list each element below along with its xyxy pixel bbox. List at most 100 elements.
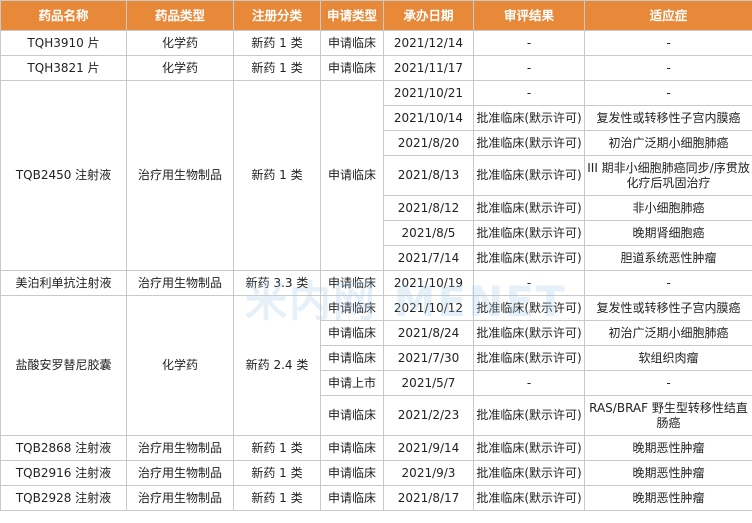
date-cell: 2021/9/3: [383, 460, 474, 486]
drug-name-cell: TQB2916 注射液: [0, 460, 127, 486]
drug-name-cell: TQB2928 注射液: [0, 485, 127, 511]
indication-cell: -: [584, 80, 752, 106]
indication-cell: -: [584, 30, 752, 56]
date-cell: 2021/10/12: [383, 295, 474, 321]
date-cell: 2021/8/17: [383, 485, 474, 511]
application-type-cell: 申请临床: [320, 320, 384, 346]
result-cell: 批准临床(默示许可): [473, 105, 585, 131]
application-type-cell: 申请临床: [320, 295, 384, 321]
drug-name-cell: 盐酸安罗替尼胶囊: [0, 295, 127, 436]
date-cell: 2021/5/7: [383, 370, 474, 396]
category-cell: 新药 2.4 类: [233, 295, 321, 436]
table-row: TQB2450 注射液 治疗用生物制品 新药 1 类 申请临床 2021/10/…: [0, 80, 752, 271]
drug-name-cell: 美泊利单抗注射液: [0, 270, 127, 296]
indication-cell: 晚期恶性肿瘤: [584, 460, 752, 486]
result-cell: 批准临床(默示许可): [473, 245, 585, 271]
drug-type-cell: 治疗用生物制品: [126, 435, 234, 461]
drug-registration-table: 药品名称 药品类型 注册分类 申请类型 承办日期 审评结果 适应症 TQH391…: [0, 0, 752, 511]
indication-cell: 初治广泛期小细胞肺癌: [584, 320, 752, 346]
application-type-cell: 申请上市: [320, 370, 384, 396]
indication-cell: 晚期肾细胞癌: [584, 220, 752, 246]
date-cell: 2021/10/14: [383, 105, 474, 131]
result-cell: 批准临床(默示许可): [473, 320, 585, 346]
category-cell: 新药 1 类: [233, 485, 321, 511]
result-cell: -: [473, 370, 585, 396]
application-type-cell: 申请临床: [320, 30, 384, 56]
category-cell: 新药 1 类: [233, 435, 321, 461]
indication-cell: 复发性或转移性子宫内膜癌: [584, 295, 752, 321]
indication-cell: -: [584, 270, 752, 296]
indication-cell: 软组织肉瘤: [584, 345, 752, 371]
drug-type-cell: 治疗用生物制品: [126, 485, 234, 511]
drug-type-cell: 治疗用生物制品: [126, 270, 234, 296]
date-cell: 2021/8/13: [383, 155, 474, 196]
header-application-type: 申请类型: [320, 0, 384, 31]
category-cell: 新药 1 类: [233, 30, 321, 56]
application-type-cell: 申请临床: [320, 270, 384, 296]
application-type-cell: 申请临床: [320, 395, 384, 436]
application-type-cell: 申请临床: [320, 485, 384, 511]
result-cell: 批准临床(默示许可): [473, 220, 585, 246]
header-review-result: 审评结果: [473, 0, 585, 31]
date-cell: 2021/10/21: [383, 80, 474, 106]
result-cell: 批准临床(默示许可): [473, 195, 585, 221]
result-cell: 批准临床(默示许可): [473, 130, 585, 156]
date-cell: 2021/10/19: [383, 270, 474, 296]
drug-type-cell: 化学药: [126, 55, 234, 81]
table-row: TQH3821 片 化学药 新药 1 类 申请临床 2021/11/17 - -: [0, 55, 752, 81]
result-cell: 批准临床(默示许可): [473, 460, 585, 486]
header-drug-type: 药品类型: [126, 0, 234, 31]
date-cell: 2021/11/17: [383, 55, 474, 81]
drug-type-cell: 治疗用生物制品: [126, 460, 234, 486]
drug-type-cell: 化学药: [126, 30, 234, 56]
table-row: TQB2916 注射液 治疗用生物制品 新药 1 类 申请临床 2021/9/3…: [0, 460, 752, 486]
category-cell: 新药 1 类: [233, 80, 321, 271]
result-cell: 批准临床(默示许可): [473, 395, 585, 436]
application-type-cell: 申请临床: [320, 80, 384, 271]
result-cell: -: [473, 30, 585, 56]
date-cell: 2021/8/5: [383, 220, 474, 246]
indication-cell: 胆道系统恶性肿瘤: [584, 245, 752, 271]
category-cell: 新药 1 类: [233, 55, 321, 81]
result-cell: -: [473, 80, 585, 106]
drug-name-cell: TQH3910 片: [0, 30, 127, 56]
date-cell: 2021/8/20: [383, 130, 474, 156]
indication-cell: 复发性或转移性子宫内膜癌: [584, 105, 752, 131]
header-drug-name: 药品名称: [0, 0, 127, 31]
indication-cell: RAS/BRAF 野生型转移性结直肠癌: [584, 395, 752, 436]
date-cell: 2021/7/30: [383, 345, 474, 371]
indication-cell: III 期非小细胞肺癌同步/序贯放化疗后巩固治疗: [584, 155, 752, 196]
result-cell: 批准临床(默示许可): [473, 485, 585, 511]
indication-cell: 晚期恶性肿瘤: [584, 485, 752, 511]
drug-name-cell: TQB2868 注射液: [0, 435, 127, 461]
indication-cell: 非小细胞肺癌: [584, 195, 752, 221]
date-cell: 2021/12/14: [383, 30, 474, 56]
header-indication: 适应症: [584, 0, 752, 31]
indication-cell: -: [584, 370, 752, 396]
table-row: 盐酸安罗替尼胶囊 化学药 新药 2.4 类 申请临床 2021/10/12 批准…: [0, 295, 752, 436]
table-row: TQB2928 注射液 治疗用生物制品 新药 1 类 申请临床 2021/8/1…: [0, 485, 752, 511]
drug-name-cell: TQB2450 注射液: [0, 80, 127, 271]
result-cell: 批准临床(默示许可): [473, 345, 585, 371]
date-cell: 2021/8/12: [383, 195, 474, 221]
drug-type-cell: 治疗用生物制品: [126, 80, 234, 271]
result-cell: 批准临床(默示许可): [473, 295, 585, 321]
date-cell: 2021/9/14: [383, 435, 474, 461]
date-cell: 2021/7/14: [383, 245, 474, 271]
indication-cell: 晚期恶性肿瘤: [584, 435, 752, 461]
header-registration-category: 注册分类: [233, 0, 321, 31]
category-cell: 新药 1 类: [233, 460, 321, 486]
table-row: TQH3910 片 化学药 新药 1 类 申请临床 2021/12/14 - -: [0, 30, 752, 56]
result-cell: -: [473, 55, 585, 81]
header-acceptance-date: 承办日期: [383, 0, 474, 31]
indication-cell: -: [584, 55, 752, 81]
result-cell: 批准临床(默示许可): [473, 435, 585, 461]
result-cell: -: [473, 270, 585, 296]
application-type-cell: 申请临床: [320, 345, 384, 371]
category-cell: 新药 3.3 类: [233, 270, 321, 296]
date-cell: 2021/8/24: [383, 320, 474, 346]
table-row: TQB2868 注射液 治疗用生物制品 新药 1 类 申请临床 2021/9/1…: [0, 435, 752, 461]
indication-cell: 初治广泛期小细胞肺癌: [584, 130, 752, 156]
application-type-cell: 申请临床: [320, 460, 384, 486]
date-cell: 2021/2/23: [383, 395, 474, 436]
